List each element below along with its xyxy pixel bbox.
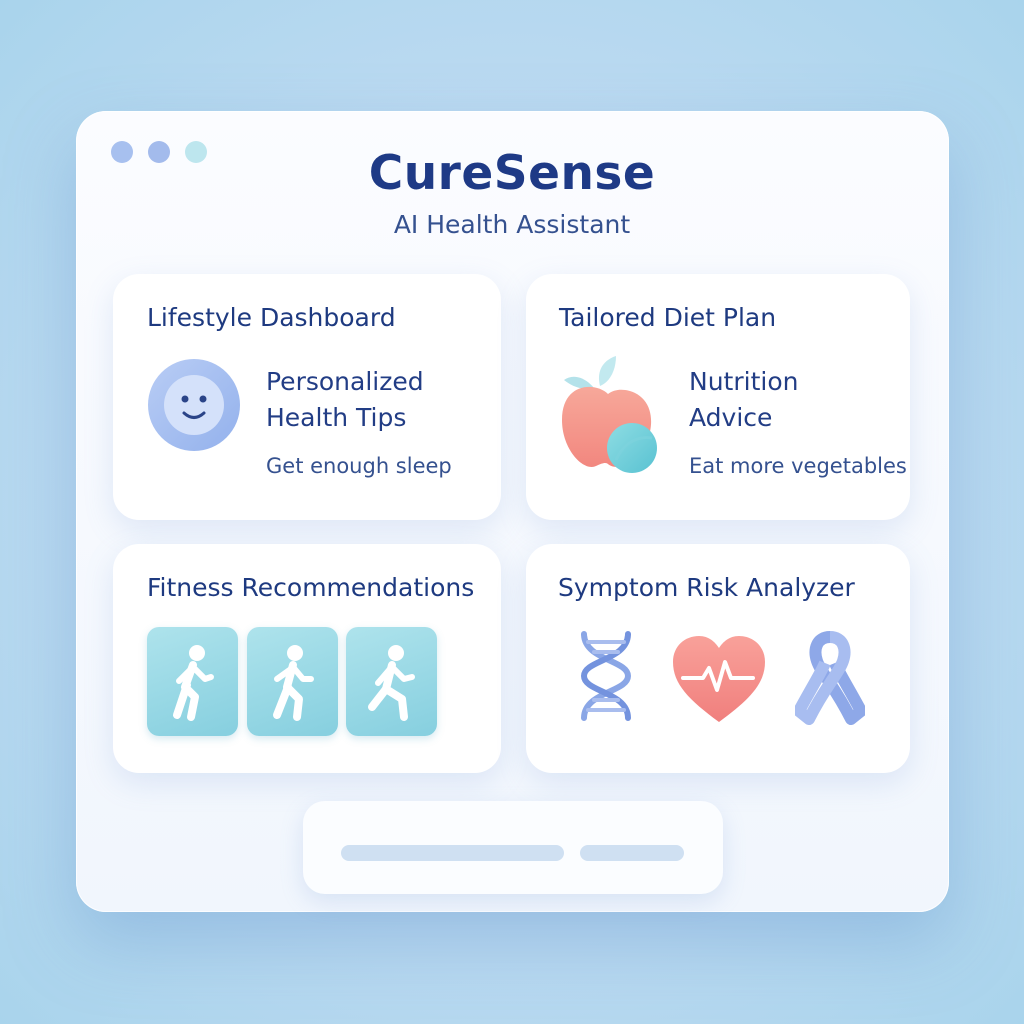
health-tip-text: Get enough sleep [266, 454, 452, 478]
placeholder-bar-long [341, 845, 564, 861]
health-tips-heading-line1: Personalized [266, 367, 424, 396]
app-subtitle: AI Health Assistant [393, 210, 631, 239]
nutrition-tip-text: Eat more vegetables [689, 454, 907, 478]
heartbeat-icon[interactable] [669, 632, 769, 726]
fitness-recommendations-title: Fitness Recommendations [147, 573, 475, 602]
lifestyle-dashboard-title: Lifestyle Dashboard [147, 303, 396, 332]
apple-icon [562, 356, 657, 473]
diet-plan-title: Tailored Diet Plan [559, 303, 777, 332]
nutrition-heading-line1: Nutrition [689, 367, 799, 396]
health-tips-heading-line2: Health Tips [266, 403, 407, 432]
smiley-face-icon [148, 359, 240, 451]
awareness-ribbon-icon[interactable] [795, 629, 865, 725]
dna-icon[interactable] [574, 630, 638, 722]
walking-person-icon[interactable] [247, 627, 338, 736]
symptom-risk-analyzer-title: Symptom Risk Analyzer [558, 573, 855, 602]
walking-person-icon[interactable] [147, 627, 238, 736]
placeholder-bar-short [580, 845, 684, 861]
app-title: CureSense [368, 146, 656, 201]
nutrition-heading-line2: Advice [689, 403, 773, 432]
running-person-icon[interactable] [346, 627, 437, 736]
